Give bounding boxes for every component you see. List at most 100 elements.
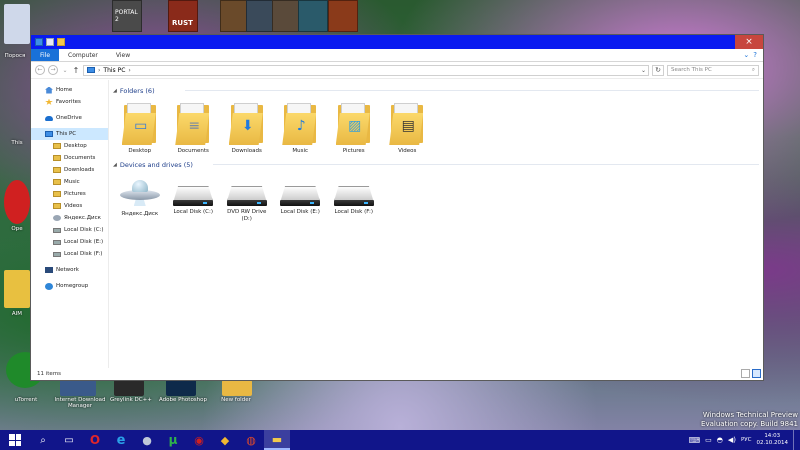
drives-section-header[interactable]: ◢ Devices and drives (5) — [113, 159, 763, 170]
back-button[interactable]: ← — [35, 65, 45, 75]
folders-section-header[interactable]: ◢ Folders (6) — [113, 85, 763, 96]
breadcrumb-chevron-icon-2[interactable]: › — [128, 67, 130, 74]
folder-tile[interactable]: ▨ Pictures — [327, 98, 381, 155]
maximize-button[interactable] — [709, 35, 735, 49]
search-input[interactable]: Search This PC ⌕ — [667, 64, 759, 76]
taskbar-recorder[interactable]: ◉ — [186, 430, 212, 450]
nav-downloads[interactable]: Downloads — [31, 164, 108, 176]
taskbar-aimp[interactable]: ◆ — [212, 430, 238, 450]
breadcrumb-this-pc[interactable]: This PC — [103, 67, 125, 74]
nav-music[interactable]: Music — [31, 176, 108, 188]
taskbar-task-view[interactable]: ▭ — [56, 430, 82, 450]
nav-homegroup[interactable]: Homegroup — [31, 280, 108, 292]
desktop-icon-idm[interactable] — [60, 380, 96, 396]
folder-icon — [53, 167, 61, 173]
homegroup-icon — [45, 282, 53, 290]
view-switcher — [741, 369, 761, 378]
search-icon[interactable]: ⌕ — [752, 67, 755, 74]
address-bar[interactable]: › This PC › ⌄ — [83, 64, 649, 76]
start-button[interactable] — [0, 430, 30, 450]
nav-this-pc[interactable]: This PC — [31, 128, 108, 140]
help-icon[interactable]: ? — [753, 51, 757, 59]
language-indicator[interactable]: РУС — [741, 437, 752, 443]
large-icons-view-icon[interactable] — [752, 369, 761, 378]
nav-onedrive[interactable]: OneDrive — [31, 112, 108, 124]
folder-tile[interactable]: ≡ Documents — [167, 98, 221, 155]
aimp-icon: ◆ — [220, 433, 230, 447]
up-button[interactable]: ↑ — [72, 66, 80, 75]
nav-local-disk-e[interactable]: Local Disk (E:) — [31, 236, 108, 248]
drive-tile[interactable]: DVD RW Drive (D:) — [220, 172, 274, 223]
nav-this-pc-label: This PC — [56, 131, 77, 137]
taskbar-file-explorer[interactable]: ▬ — [264, 430, 290, 450]
nav-local-disk-c[interactable]: Local Disk (C:) — [31, 224, 108, 236]
folder-label: Music — [292, 148, 309, 154]
desktop-tile-2[interactable]: RUST — [168, 0, 198, 32]
desktop-icon-greylink[interactable] — [114, 380, 144, 396]
desktop-icon-opera[interactable] — [4, 180, 30, 224]
taskbar-steam[interactable]: ● — [134, 430, 160, 450]
nav-home[interactable]: Home — [31, 84, 108, 96]
drive-label: Яндекс.Диск — [121, 211, 159, 217]
properties-icon[interactable] — [46, 38, 54, 46]
clock[interactable]: 14:03 02.10.2014 — [757, 433, 789, 447]
desktop-label-utorrent: uTorrent — [14, 397, 38, 403]
drive-tile[interactable]: Local Disk (F:) — [327, 172, 381, 223]
taskbar-search[interactable]: ⌕ — [30, 430, 56, 450]
refresh-button[interactable]: ↻ — [652, 64, 664, 76]
nav-local-disk-f[interactable]: Local Disk (F:) — [31, 248, 108, 260]
drive-tile[interactable]: Local Disk (E:) — [274, 172, 328, 223]
tab-file[interactable]: File — [31, 49, 60, 61]
system-tray: ⌨ ▭ ◓ ◀) РУС 14:03 02.10.2014 — [689, 430, 796, 450]
nav-yandex-disk[interactable]: Яндекс.Диск — [31, 212, 108, 224]
notification-icon[interactable]: ▭ — [705, 436, 712, 444]
tab-view[interactable]: View — [107, 49, 139, 61]
folder-tile[interactable]: ⬇ Downloads — [220, 98, 274, 155]
taskbar-chrome[interactable]: ◍ — [238, 430, 264, 450]
nav-videos[interactable]: Videos — [31, 200, 108, 212]
nav-desktop[interactable]: Desktop — [31, 140, 108, 152]
recent-locations-button[interactable]: ⌄ — [61, 67, 69, 74]
nav-yandex-disk-label: Яндекс.Диск — [64, 215, 101, 221]
volume-icon[interactable]: ◀) — [728, 436, 736, 444]
desktop-icon-aimp[interactable] — [4, 270, 30, 308]
nav-network[interactable]: Network — [31, 264, 108, 276]
nav-videos-label: Videos — [64, 203, 83, 209]
desktop-icon-new-folder[interactable] — [222, 380, 252, 396]
folder-tile[interactable]: ▤ Videos — [381, 98, 435, 155]
tab-computer[interactable]: Computer — [59, 49, 107, 61]
network-icon[interactable]: ◓ — [717, 436, 723, 444]
close-button[interactable]: × — [735, 35, 763, 49]
nav-pictures[interactable]: Pictures — [31, 188, 108, 200]
nav-home-label: Home — [56, 87, 73, 93]
taskbar-utorrent[interactable]: µ — [160, 430, 186, 450]
star-icon — [45, 98, 53, 105]
breadcrumb-chevron-icon[interactable]: › — [98, 67, 100, 74]
expand-ribbon-icon[interactable]: ⌄ — [743, 51, 749, 59]
hard-drive-icon — [173, 178, 214, 206]
collapse-triangle-icon[interactable]: ◢ — [113, 88, 117, 94]
folder-tile[interactable]: ▭ Desktop — [113, 98, 167, 155]
taskbar-opera[interactable]: O — [82, 430, 108, 450]
forward-button[interactable]: → — [48, 65, 58, 75]
content-area: Home Favorites OneDrive This PC Desktop … — [31, 80, 763, 368]
minimize-button[interactable] — [683, 35, 709, 49]
desktop-tile-7[interactable] — [328, 0, 358, 32]
drive-tile[interactable]: Яндекс.Диск — [113, 172, 167, 223]
desktop-tile-6[interactable] — [298, 0, 328, 32]
desktop-icon-user[interactable] — [4, 4, 30, 44]
collapse-triangle-icon[interactable]: ◢ — [113, 162, 117, 168]
address-dropdown-icon[interactable]: ⌄ — [641, 67, 646, 74]
taskbar-internet-explorer[interactable]: e — [108, 430, 134, 450]
drive-icon — [53, 227, 61, 233]
drive-tile[interactable]: Local Disk (C:) — [167, 172, 221, 223]
folder-tile[interactable]: ♪ Music — [274, 98, 328, 155]
nav-favorites[interactable]: Favorites — [31, 96, 108, 108]
new-folder-icon[interactable] — [57, 38, 65, 46]
title-bar[interactable]: × — [31, 35, 763, 49]
desktop-tile-1[interactable]: PORTAL 2 — [112, 0, 142, 32]
details-view-icon[interactable] — [741, 369, 750, 378]
show-desktop-button[interactable] — [793, 430, 796, 450]
keyboard-icon[interactable]: ⌨ — [689, 436, 701, 445]
nav-documents[interactable]: Documents — [31, 152, 108, 164]
